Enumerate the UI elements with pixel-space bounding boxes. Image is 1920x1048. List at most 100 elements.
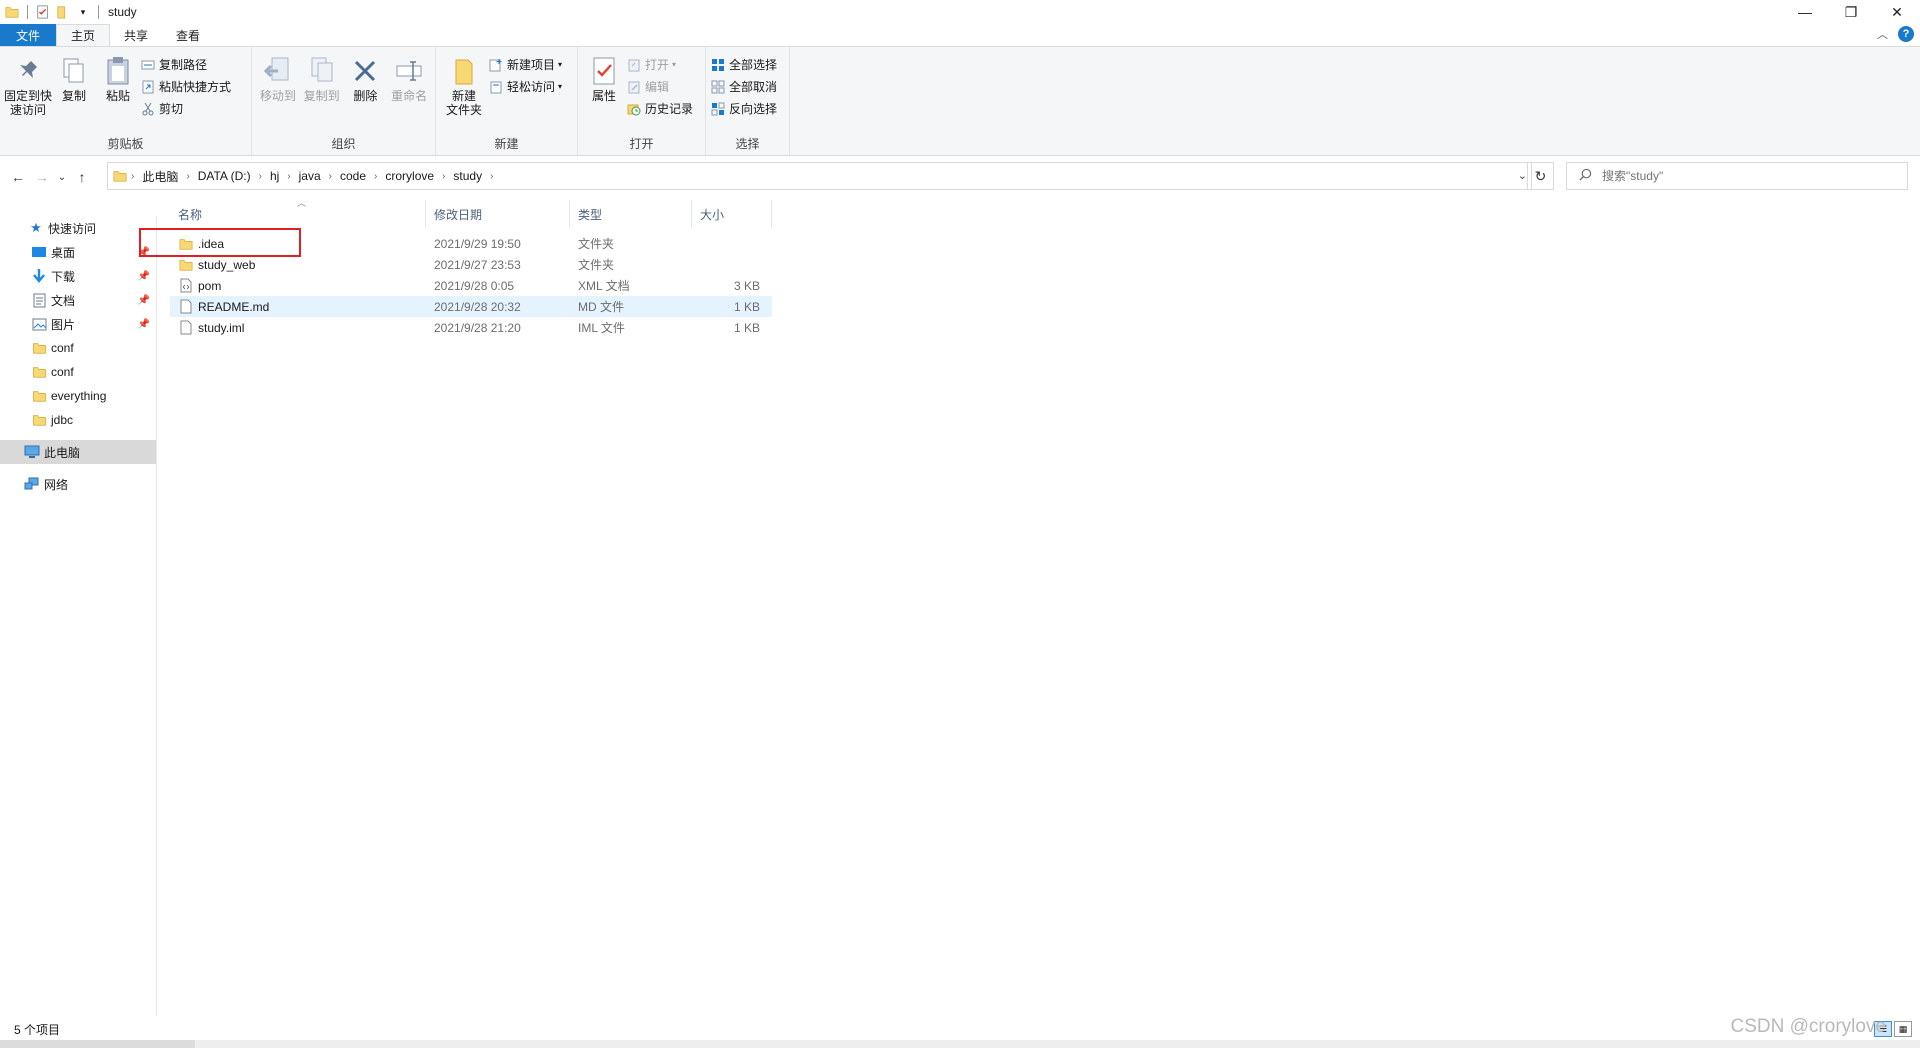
easy-access-button[interactable]: 轻松访问 ▾ [488, 77, 562, 96]
recent-locations-chevron-icon[interactable]: ⌄ [54, 165, 70, 189]
breadcrumb-separator-icon[interactable]: › [371, 171, 380, 182]
customize-dropdown-icon[interactable]: ▾ [75, 4, 91, 20]
breadcrumb-separator-icon[interactable]: › [439, 171, 448, 182]
breadcrumb-separator-icon[interactable]: › [284, 171, 293, 182]
file-type: XML 文档 [578, 279, 630, 293]
chevron-down-icon: ▾ [558, 60, 563, 69]
copy-path-button[interactable]: 复制路径 [140, 55, 231, 74]
nav-item-pictures[interactable]: 图片 📌 [0, 312, 156, 336]
file-size: 1 KB [733, 320, 760, 335]
properties-icon[interactable] [35, 4, 51, 20]
chevron-down-icon[interactable]: ⌄ [1518, 169, 1527, 182]
close-button[interactable]: ✕ [1874, 0, 1920, 24]
breadcrumb-separator-icon[interactable]: › [183, 171, 192, 182]
nav-item-network[interactable]: 网络 [0, 472, 156, 496]
nav-item-label: everything [51, 389, 107, 403]
select-all-button[interactable]: 全部选择 [710, 55, 777, 74]
address-bar[interactable]: › 此电脑 › DATA (D:) › hj › java › code › c… [107, 162, 1532, 190]
paste-shortcut-label: 粘贴快捷方式 [159, 80, 232, 94]
breadcrumb-hj[interactable]: hj [265, 169, 284, 183]
pin-icon[interactable]: 📌 [138, 319, 150, 330]
breadcrumb-separator-icon[interactable]: › [326, 171, 335, 182]
nav-item-label: conf [51, 341, 74, 355]
nav-item-documents[interactable]: 文档 📌 [0, 288, 156, 312]
new-folder-icon[interactable] [55, 4, 71, 20]
search-icon [1579, 168, 1592, 184]
document-icon [31, 292, 47, 308]
column-header-name[interactable]: 名称 [170, 200, 426, 228]
breadcrumb-study[interactable]: study [448, 169, 487, 183]
invert-selection-button[interactable]: 反向选择 [710, 99, 777, 118]
pin-icon [12, 55, 44, 87]
chevron-down-icon: ▾ [558, 82, 563, 91]
breadcrumb-this-pc[interactable]: 此电脑 [137, 168, 183, 185]
breadcrumb-data-drive[interactable]: DATA (D:) [193, 169, 256, 183]
ribbon: 固定到快 速访问 复制 粘贴 复制路径 粘贴快捷方式 剪切 剪贴板 移动到 复制… [0, 46, 1920, 156]
minimize-button[interactable]: — [1782, 0, 1828, 24]
column-header-type[interactable]: 类型 [570, 200, 692, 228]
cut-button[interactable]: 剪切 [140, 99, 231, 118]
breadcrumb-code[interactable]: code [335, 169, 371, 183]
tab-share[interactable]: 共享 [110, 24, 162, 46]
file-type: 文件夹 [578, 237, 615, 251]
breadcrumb-separator-icon[interactable]: › [128, 171, 137, 182]
breadcrumb-separator-icon[interactable]: › [487, 171, 496, 182]
horizontal-scrollbar[interactable] [0, 1040, 1920, 1048]
nav-item-jdbc[interactable]: jdbc [0, 408, 156, 432]
up-arrow-icon[interactable]: ↑ [70, 165, 94, 189]
nav-item-desktop[interactable]: 桌面 📌 [0, 240, 156, 264]
easy-access-label: 轻松访问 [507, 80, 556, 94]
history-button[interactable]: 历史记录 [626, 99, 693, 118]
table-row[interactable]: study.iml 2021/9/28 21:20 IML 文件 1 KB [170, 317, 772, 338]
help-icon[interactable]: ? [1898, 26, 1914, 42]
new-item-icon [488, 57, 504, 73]
new-item-button[interactable]: 新建项目 ▾ [488, 55, 562, 74]
forward-arrow-icon[interactable]: → [30, 165, 54, 189]
nav-item-conf[interactable]: conf [0, 360, 156, 384]
column-header-date[interactable]: 修改日期 [426, 200, 570, 228]
select-none-button[interactable]: 全部取消 [710, 77, 777, 96]
pin-icon[interactable]: 📌 [138, 295, 150, 306]
folder-icon [31, 340, 47, 356]
refresh-icon[interactable]: ↻ [1527, 162, 1554, 190]
select-all-label: 全部选择 [729, 58, 778, 72]
nav-item-this-pc[interactable]: 此电脑 [0, 440, 156, 464]
star-icon: ★ [30, 220, 42, 235]
move-to-icon [262, 55, 294, 87]
divider [27, 5, 28, 19]
large-icons-view-icon[interactable]: ▦ [1894, 1021, 1912, 1037]
back-arrow-icon[interactable]: ← [6, 165, 30, 189]
restore-button[interactable]: ❐ [1828, 0, 1874, 24]
breadcrumb-crorylove[interactable]: crorylove [380, 169, 439, 183]
file-date: 2021/9/27 23:53 [434, 257, 521, 272]
nav-quick-access[interactable]: ★ 快速访问 [0, 216, 156, 240]
chevron-up-icon[interactable]: ︿ [1877, 26, 1888, 42]
paste-shortcut-button[interactable]: 粘贴快捷方式 [140, 77, 231, 96]
nav-item-downloads[interactable]: 下载 📌 [0, 264, 156, 288]
open-button[interactable]: 打开 ▾ [626, 55, 693, 74]
tab-file[interactable]: 文件 [0, 24, 57, 46]
edit-button[interactable]: 编辑 [626, 77, 693, 96]
file-date: 2021/9/28 0:05 [434, 278, 515, 293]
column-header-size[interactable]: 大小 [692, 200, 772, 228]
search-input[interactable] [1602, 169, 1882, 183]
nav-item-everything[interactable]: everything [0, 384, 156, 408]
table-row[interactable]: README.md 2021/9/28 20:32 MD 文件 1 KB [170, 296, 772, 317]
table-row[interactable]: pom 2021/9/28 0:05 XML 文档 3 KB [170, 275, 772, 296]
scrollbar-thumb[interactable] [195, 1040, 1920, 1048]
pin-icon[interactable]: 📌 [138, 271, 150, 282]
search-box[interactable] [1566, 162, 1908, 190]
tab-home[interactable]: 主页 [56, 24, 111, 46]
table-row[interactable]: study_web 2021/9/27 23:53 文件夹 [170, 254, 772, 275]
breadcrumb-java[interactable]: java [294, 169, 326, 183]
tab-view[interactable]: 查看 [162, 24, 214, 46]
item-count: 5 个项目 [14, 1022, 61, 1037]
desktop-icon [31, 244, 47, 260]
picture-icon [31, 316, 47, 332]
file-type: IML 文件 [578, 321, 625, 335]
file-name: study.iml [198, 320, 245, 335]
nav-item-label: 下载 [51, 269, 76, 284]
file-date: 2021/9/28 20:32 [434, 299, 521, 314]
breadcrumb-separator-icon[interactable]: › [256, 171, 265, 182]
nav-item-conf[interactable]: conf [0, 336, 156, 360]
